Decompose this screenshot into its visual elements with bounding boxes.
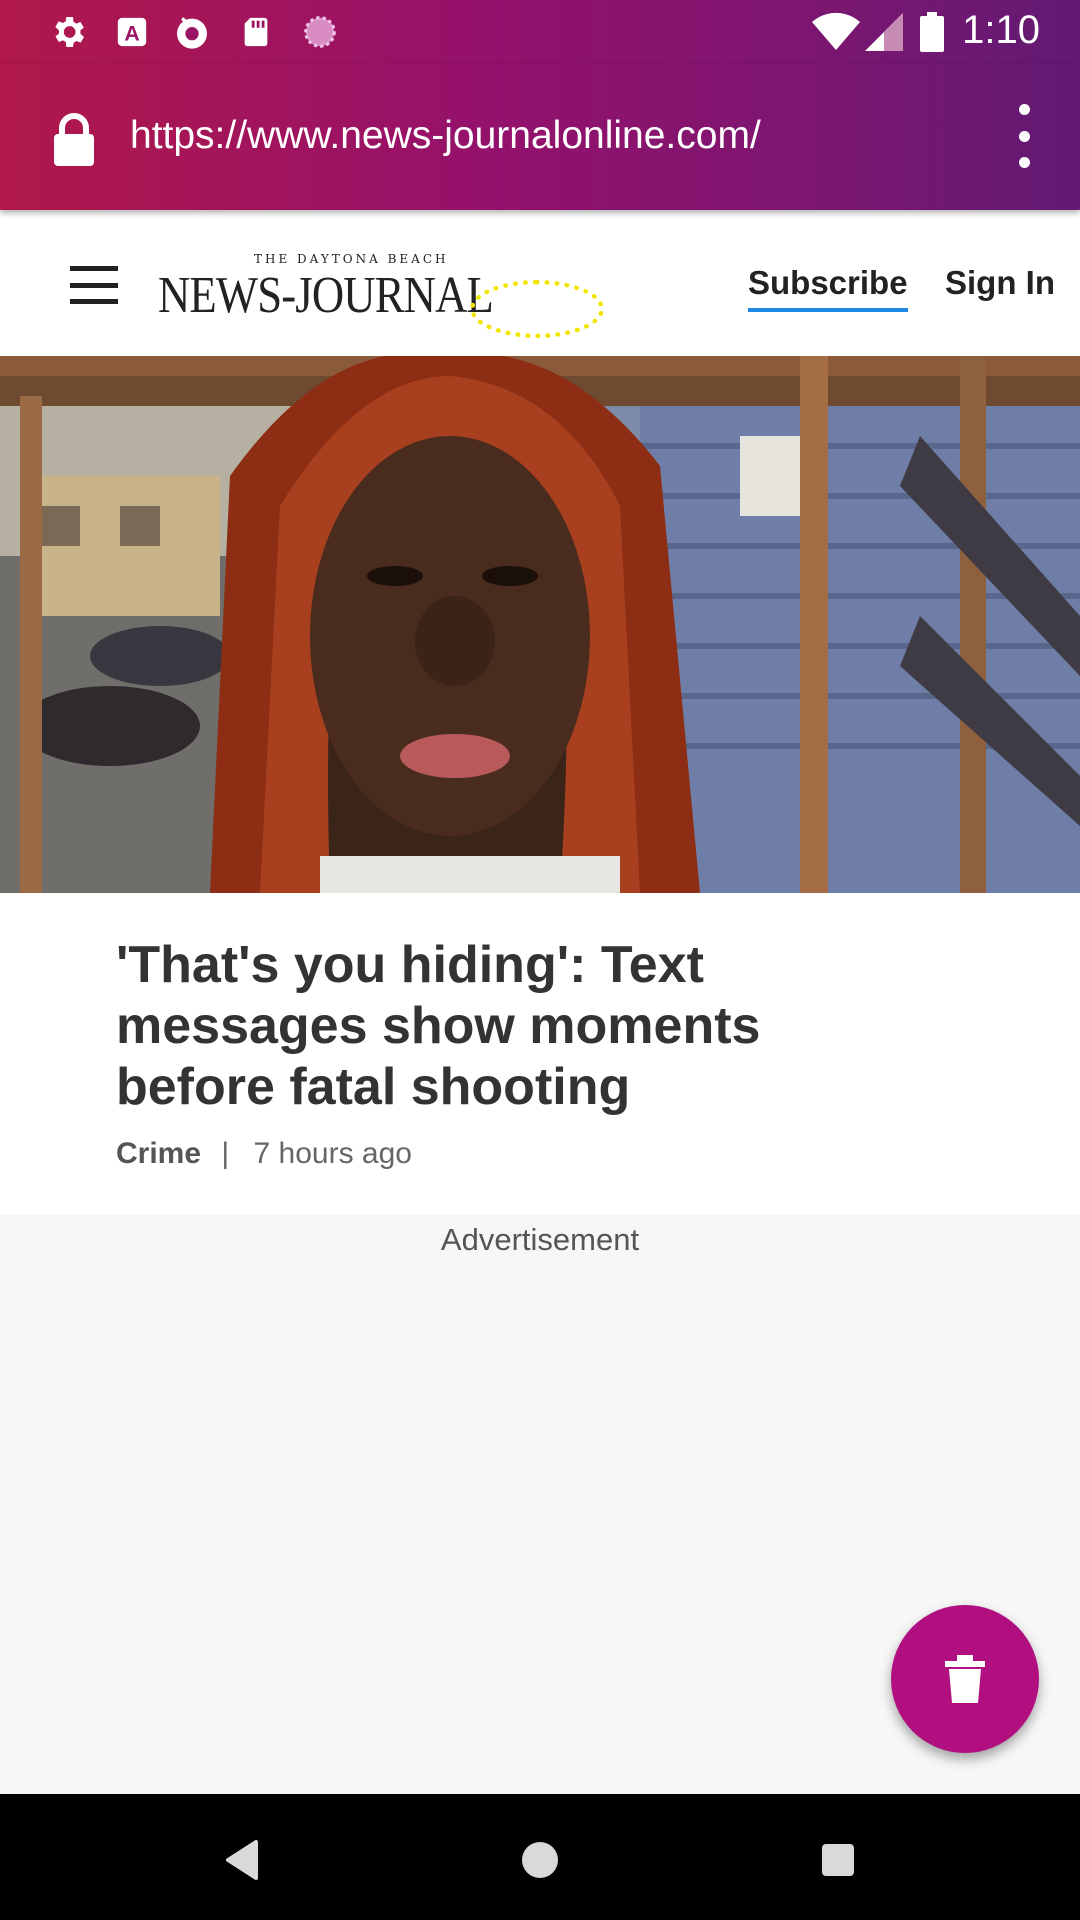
article-time: 7 hours ago (253, 1137, 412, 1170)
sign-in-link[interactable]: Sign In (945, 264, 1055, 302)
meta-separator: | (221, 1137, 230, 1170)
more-vert-icon[interactable] (1012, 104, 1036, 168)
status-bar: A 1:10 (0, 0, 1080, 64)
article-headline[interactable]: 'That's you hiding': Text messages show … (116, 935, 836, 1118)
trash-icon (945, 1655, 985, 1703)
logo-tagline: THE DAYTONA BEACH (254, 252, 449, 266)
article-meta: Crime | 7 hours ago (116, 1137, 412, 1171)
logo-sun-ellipse (470, 280, 604, 338)
firefox-icon (172, 12, 212, 52)
system-nav-bar (0, 1794, 1080, 1920)
logo-wordmark: NEWS-JOURNAL (158, 267, 494, 324)
advertisement-label: Advertisement (440, 1222, 640, 1257)
text-app-icon: A (112, 12, 152, 52)
lock-icon[interactable] (52, 112, 96, 166)
wifi-icon (812, 12, 860, 52)
back-icon[interactable] (212, 1830, 272, 1890)
url-field[interactable]: https://www.news-journalonline.com/ (130, 114, 761, 158)
home-icon[interactable] (510, 1830, 570, 1890)
site-logo[interactable]: THE DAYTONA BEACH NEWS-JOURNAL (158, 252, 618, 338)
article-hero-image[interactable] (0, 356, 1080, 893)
clock: 1:10 (962, 8, 1040, 52)
delete-fab-button[interactable] (891, 1605, 1039, 1753)
loading-icon (300, 12, 340, 52)
browser-toolbar: https://www.news-journalonline.com/ (0, 64, 1080, 210)
battery-icon (916, 12, 948, 52)
hamburger-menu-icon[interactable] (70, 266, 118, 304)
recents-icon[interactable] (808, 1830, 868, 1890)
settings-icon (48, 12, 88, 52)
signal-icon (864, 12, 904, 52)
subscribe-link[interactable]: Subscribe (748, 264, 908, 312)
article-category[interactable]: Crime (116, 1137, 201, 1170)
sd-card-icon (236, 12, 276, 52)
article-card[interactable]: 'That's you hiding': Text messages show … (0, 893, 1080, 1215)
site-header: THE DAYTONA BEACH NEWS-JOURNAL Subscribe… (0, 210, 1080, 358)
svg-text:A: A (124, 22, 139, 46)
